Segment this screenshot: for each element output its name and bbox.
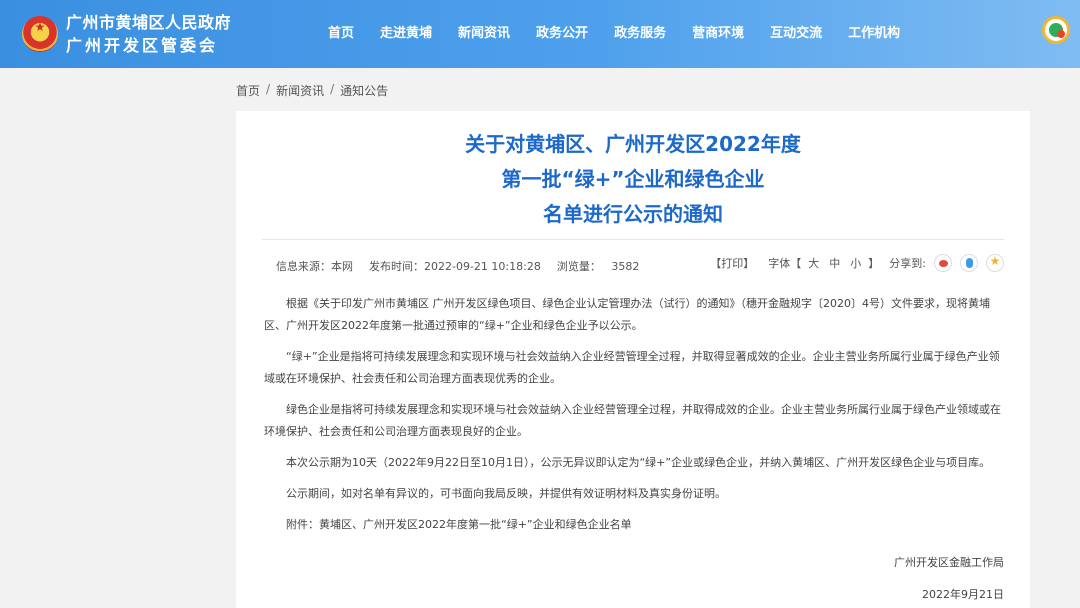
district-logo-icon[interactable] bbox=[1042, 16, 1070, 44]
org-name-line2: 广州开发区管委会 bbox=[66, 36, 219, 55]
font-medium-button[interactable]: 中 bbox=[826, 255, 843, 271]
breadcrumb-separator: / bbox=[330, 82, 335, 96]
font-size-end: 】 bbox=[868, 257, 880, 270]
font-large-button[interactable]: 大 bbox=[805, 255, 822, 271]
title-line: 关于对黄埔区、广州开发区2022年度 bbox=[465, 132, 801, 156]
print-button[interactable]: 【打印】 bbox=[710, 255, 754, 271]
share-label: 分享到: bbox=[889, 257, 926, 270]
paragraph: 公示期间，如对名单有异议的，可书面向我局反映，并提供有效证明材料及真实身份证明。 bbox=[286, 487, 726, 500]
article-meta: 信息来源：本网 发布时间：2022-09-21 10:18:28 浏览量： 35… bbox=[262, 239, 1004, 289]
paragraph: 本次公示期为10天（2022年9月22日至10月1日），公示无异议即认定为“绿+… bbox=[286, 456, 991, 469]
nav-item-home[interactable]: 首页 bbox=[315, 0, 367, 68]
nav-item-departments[interactable]: 工作机构 bbox=[835, 0, 913, 68]
nav-item-business[interactable]: 营商环境 bbox=[679, 0, 757, 68]
title-line: 名单进行公示的通知 bbox=[543, 202, 723, 226]
main-nav: 首页 走进黄埔 新闻资讯 政务公开 政务服务 营商环境 互动交流 工作机构 bbox=[315, 0, 913, 68]
breadcrumb-notices[interactable]: 通知公告 bbox=[340, 82, 388, 99]
qzone-share-icon[interactable] bbox=[986, 254, 1004, 272]
breadcrumb-separator: / bbox=[266, 82, 271, 96]
article-title: 关于对黄埔区、广州开发区2022年度 第一批“绿+”企业和绿色企业 名单进行公示… bbox=[236, 127, 1030, 232]
nav-item-gov-open[interactable]: 政务公开 bbox=[523, 0, 601, 68]
breadcrumb-news[interactable]: 新闻资讯 bbox=[276, 82, 324, 99]
source-info: 信息来源：本网 bbox=[276, 260, 353, 273]
nav-item-news[interactable]: 新闻资讯 bbox=[445, 0, 523, 68]
issue-date: 2022年9月21日 bbox=[922, 588, 1004, 601]
nav-item-interaction[interactable]: 互动交流 bbox=[757, 0, 835, 68]
org-name-line1: 广州市黄埔区人民政府 bbox=[66, 13, 232, 32]
nav-item-about[interactable]: 走进黄埔 bbox=[367, 0, 445, 68]
article-body: 根据《关于印发广州市黄埔区 广州开发区绿色项目、绿色企业认定管理办法（试行）的通… bbox=[264, 293, 1002, 545]
breadcrumb-home[interactable]: 首页 bbox=[236, 82, 260, 99]
attachment-link[interactable]: 附件：黄埔区、广州开发区2022年度第一批“绿+”企业和绿色企业名单 bbox=[264, 514, 1002, 536]
breadcrumb: 首页 / 新闻资讯 / 通知公告 bbox=[236, 82, 388, 99]
view-count: 浏览量： 3582 bbox=[556, 260, 640, 273]
publish-time: 发布时间：2022-09-21 10:18:28 bbox=[369, 260, 541, 273]
font-small-button[interactable]: 小 bbox=[847, 255, 864, 271]
national-emblem-icon bbox=[22, 16, 58, 52]
title-line: 第一批“绿+”企业和绿色企业 bbox=[501, 167, 765, 191]
nav-item-gov-service[interactable]: 政务服务 bbox=[601, 0, 679, 68]
paragraph: 根据《关于印发广州市黄埔区 广州开发区绿色项目、绿色企业认定管理办法（试行）的通… bbox=[264, 297, 990, 332]
paragraph: “绿+”企业是指将可持续发展理念和实现环境与社会效益纳入企业经营管理全过程，并取… bbox=[264, 350, 1000, 385]
weibo-share-icon[interactable] bbox=[934, 254, 952, 272]
qq-share-icon[interactable] bbox=[960, 254, 978, 272]
site-brand[interactable]: 广州市黄埔区人民政府 广州开发区管委会 bbox=[66, 12, 231, 58]
issuer-signature: 广州开发区金融工作局 bbox=[894, 556, 1004, 569]
paragraph: 绿色企业是指将可持续发展理念和实现环境与社会效益纳入企业经营管理全过程，并取得成… bbox=[264, 403, 1001, 438]
site-header: 广州市黄埔区人民政府 广州开发区管委会 首页 走进黄埔 新闻资讯 政务公开 政务… bbox=[0, 0, 1080, 68]
article-container: 关于对黄埔区、广州开发区2022年度 第一批“绿+”企业和绿色企业 名单进行公示… bbox=[236, 111, 1030, 608]
font-size-label: 字体【 bbox=[768, 257, 802, 270]
